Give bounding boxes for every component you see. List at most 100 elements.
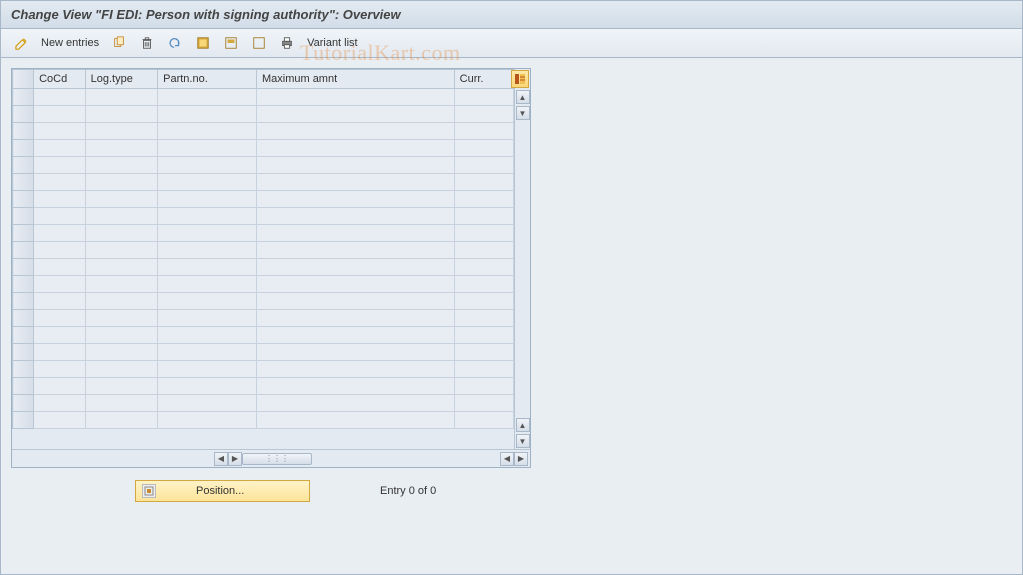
table-cell[interactable]	[256, 89, 454, 106]
row-selector[interactable]	[13, 106, 34, 123]
table-cell[interactable]	[256, 310, 454, 327]
table-cell[interactable]	[256, 225, 454, 242]
column-header-cocd[interactable]: CoCd	[34, 70, 86, 89]
table-cell[interactable]	[454, 259, 513, 276]
table-cell[interactable]	[34, 361, 86, 378]
table-cell[interactable]	[85, 412, 157, 429]
vertical-scrollbar[interactable]: ▲ ▼ ▲ ▼	[514, 69, 530, 449]
variant-list-button[interactable]: Variant list	[303, 35, 362, 51]
table-cell[interactable]	[454, 361, 513, 378]
table-cell[interactable]	[85, 327, 157, 344]
scroll-down-button[interactable]: ▼	[516, 106, 530, 120]
table-cell[interactable]	[85, 310, 157, 327]
table-cell[interactable]	[256, 327, 454, 344]
row-selector[interactable]	[13, 412, 34, 429]
copy-button[interactable]	[107, 33, 131, 53]
table-row[interactable]	[13, 378, 514, 395]
table-row[interactable]	[13, 191, 514, 208]
table-cell[interactable]	[158, 191, 257, 208]
table-cell[interactable]	[158, 208, 257, 225]
row-selector[interactable]	[13, 361, 34, 378]
table-cell[interactable]	[85, 89, 157, 106]
table-cell[interactable]	[85, 242, 157, 259]
table-cell[interactable]	[85, 276, 157, 293]
row-selector[interactable]	[13, 174, 34, 191]
table-cell[interactable]	[158, 106, 257, 123]
table-cell[interactable]	[256, 361, 454, 378]
table-cell[interactable]	[158, 89, 257, 106]
table-cell[interactable]	[454, 293, 513, 310]
table-row[interactable]	[13, 225, 514, 242]
table-row[interactable]	[13, 242, 514, 259]
scroll-right-button[interactable]: ▶	[228, 452, 242, 466]
scroll-left-button[interactable]: ◀	[214, 452, 228, 466]
table-cell[interactable]	[158, 344, 257, 361]
table-cell[interactable]	[34, 242, 86, 259]
table-cell[interactable]	[158, 242, 257, 259]
table-cell[interactable]	[158, 310, 257, 327]
table-row[interactable]	[13, 344, 514, 361]
table-cell[interactable]	[256, 344, 454, 361]
table-cell[interactable]	[454, 174, 513, 191]
table-cell[interactable]	[34, 140, 86, 157]
table-cell[interactable]	[256, 157, 454, 174]
column-header-curr[interactable]: Curr.	[454, 70, 513, 89]
horizontal-scrollbar[interactable]: ◀ ▶ ⋮⋮⋮ ◀ ▶	[12, 449, 530, 467]
table-row[interactable]	[13, 412, 514, 429]
table-cell[interactable]	[158, 361, 257, 378]
scroll-down-button-2[interactable]: ▼	[516, 434, 530, 448]
column-header-logtype[interactable]: Log.type	[85, 70, 157, 89]
table-cell[interactable]	[158, 140, 257, 157]
table-cell[interactable]	[85, 344, 157, 361]
row-selector[interactable]	[13, 191, 34, 208]
table-cell[interactable]	[158, 225, 257, 242]
table-cell[interactable]	[454, 395, 513, 412]
scroll-up-button-2[interactable]: ▲	[516, 418, 530, 432]
table-row[interactable]	[13, 327, 514, 344]
table-cell[interactable]	[454, 378, 513, 395]
table-row[interactable]	[13, 361, 514, 378]
row-selector[interactable]	[13, 395, 34, 412]
table-cell[interactable]	[34, 208, 86, 225]
row-selector[interactable]	[13, 276, 34, 293]
table-cell[interactable]	[256, 140, 454, 157]
table-row[interactable]	[13, 140, 514, 157]
table-row[interactable]	[13, 259, 514, 276]
delete-button[interactable]	[135, 33, 159, 53]
table-cell[interactable]	[34, 378, 86, 395]
table-cell[interactable]	[454, 157, 513, 174]
table-cell[interactable]	[454, 344, 513, 361]
table-cell[interactable]	[454, 89, 513, 106]
scroll-right-button-2[interactable]: ▶	[514, 452, 528, 466]
table-cell[interactable]	[85, 106, 157, 123]
table-cell[interactable]	[454, 225, 513, 242]
table-cell[interactable]	[158, 157, 257, 174]
table-cell[interactable]	[85, 140, 157, 157]
table-cell[interactable]	[158, 395, 257, 412]
table-cell[interactable]	[85, 225, 157, 242]
table-cell[interactable]	[34, 106, 86, 123]
select-all-button[interactable]	[191, 33, 215, 53]
new-entries-button[interactable]: New entries	[37, 35, 103, 51]
table-row[interactable]	[13, 310, 514, 327]
table-cell[interactable]	[256, 242, 454, 259]
table-cell[interactable]	[454, 140, 513, 157]
table-cell[interactable]	[454, 208, 513, 225]
table-cell[interactable]	[85, 293, 157, 310]
table-cell[interactable]	[158, 174, 257, 191]
table-row[interactable]	[13, 89, 514, 106]
row-selector[interactable]	[13, 123, 34, 140]
table-cell[interactable]	[158, 123, 257, 140]
table-row[interactable]	[13, 123, 514, 140]
table-cell[interactable]	[256, 191, 454, 208]
table-cell[interactable]	[256, 106, 454, 123]
table-cell[interactable]	[85, 208, 157, 225]
row-selector[interactable]	[13, 140, 34, 157]
table-cell[interactable]	[34, 89, 86, 106]
scroll-up-button[interactable]: ▲	[516, 90, 530, 104]
table-row[interactable]	[13, 174, 514, 191]
table-cell[interactable]	[454, 327, 513, 344]
table-cell[interactable]	[34, 157, 86, 174]
table-row[interactable]	[13, 276, 514, 293]
scroll-thumb[interactable]: ⋮⋮⋮	[242, 453, 312, 465]
